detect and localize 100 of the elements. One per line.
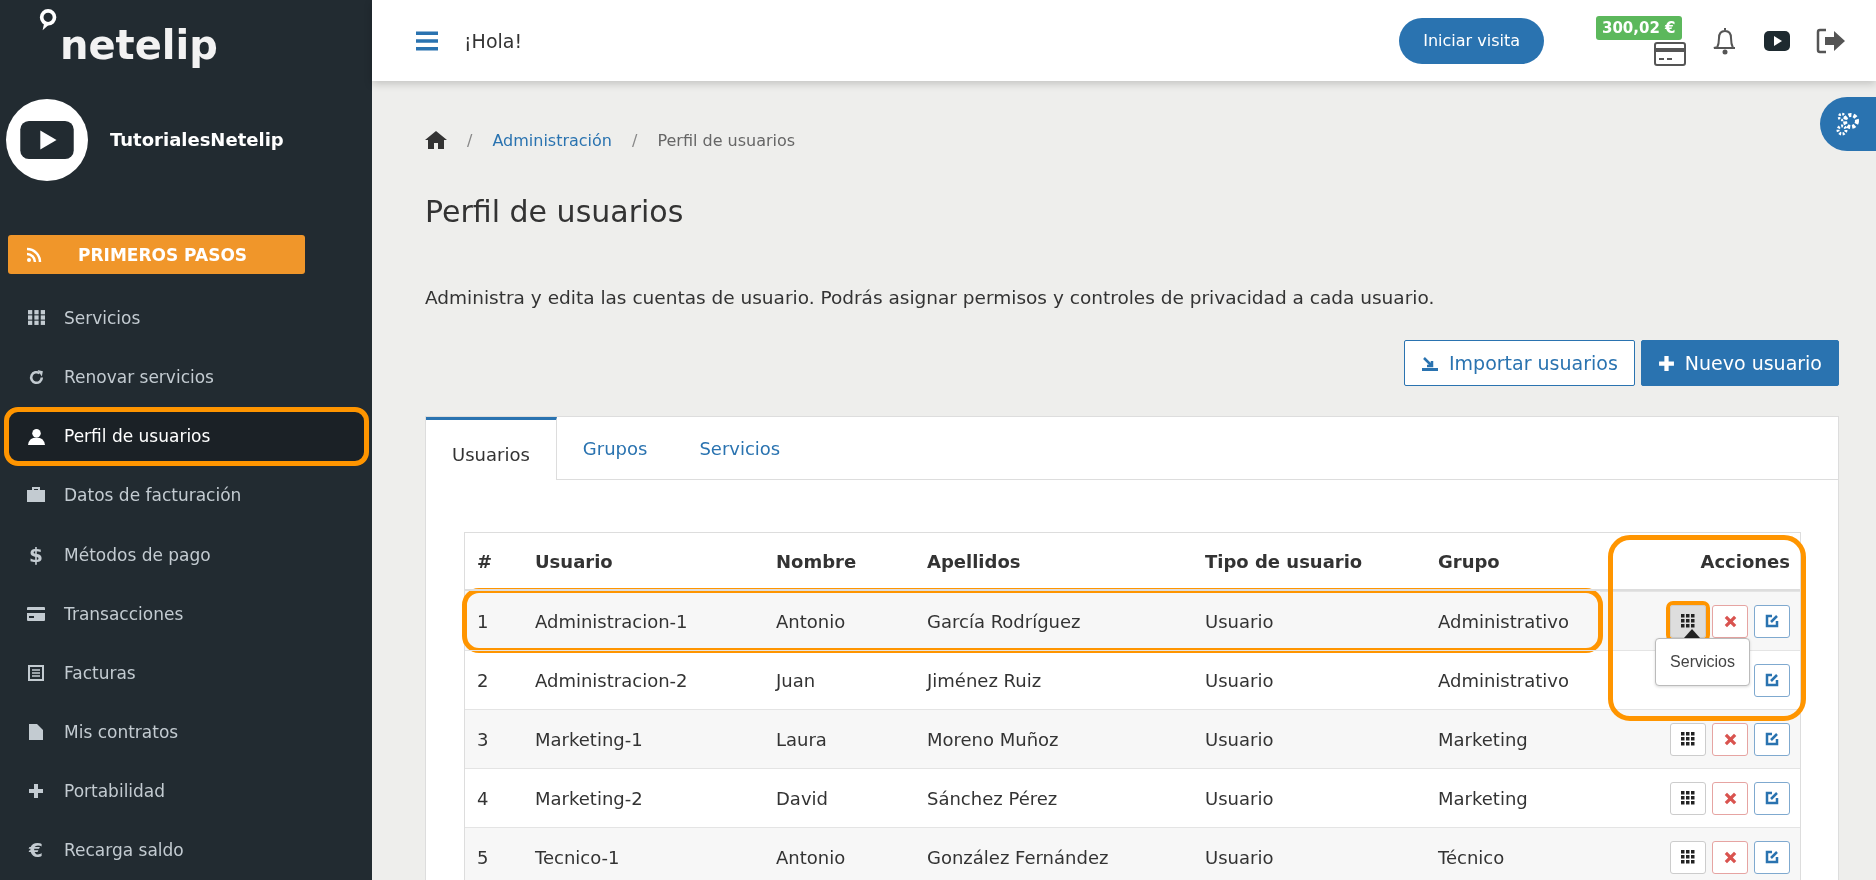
rss-icon	[26, 246, 42, 263]
grid-icon	[1681, 791, 1695, 805]
card-icon	[27, 606, 45, 621]
close-icon	[1723, 850, 1737, 864]
table-cell-text: Antonio	[775, 610, 847, 632]
breadcrumb-separator: /	[632, 130, 638, 150]
import-users-button[interactable]: Importar usuarios	[1404, 340, 1635, 386]
table-cell-text: García Rodríguez	[926, 610, 1082, 632]
close-icon	[1723, 614, 1737, 628]
table-cell-text: Técnico	[1437, 846, 1506, 868]
table-cell-text: Usuario	[1204, 787, 1275, 809]
tab[interactable]: Grupos	[556, 417, 674, 479]
table-cell-text: Administracion-1	[534, 610, 689, 632]
card-icon[interactable]	[1654, 41, 1686, 66]
breadcrumb-separator: /	[467, 130, 473, 150]
table-cell-text: 3	[476, 728, 490, 750]
sidebar-item[interactable]: Servicios	[8, 288, 364, 348]
edit-button[interactable]	[1754, 604, 1790, 638]
table-cell-text: David	[775, 787, 829, 809]
sidebar-item[interactable]: Mis contratos	[8, 702, 364, 762]
breadcrumb-link[interactable]: Administración	[492, 130, 612, 150]
table-cell-text: Tecnico-1	[534, 846, 621, 868]
import-icon	[1421, 354, 1439, 372]
services-button[interactable]	[1670, 781, 1706, 815]
delete-button[interactable]	[1712, 604, 1748, 638]
table-cell-text: 2	[476, 669, 490, 691]
table-cell-text: Marketing-2	[534, 787, 644, 809]
channel-name: TutorialesNetelip	[110, 129, 284, 151]
close-icon	[1723, 791, 1737, 805]
tooltip: Servicios	[1655, 638, 1750, 686]
column-header: Grupo	[1437, 550, 1501, 572]
sidebar-item[interactable]: € Recarga saldo	[8, 820, 364, 880]
sidebar-item[interactable]: Datos de facturación	[8, 465, 364, 525]
sidebar-item[interactable]: Facturas	[8, 643, 364, 703]
settings-button[interactable]	[1820, 97, 1876, 151]
table-cell-text: Usuario	[1204, 846, 1275, 868]
bell-icon[interactable]	[1712, 25, 1738, 56]
table-cell-text: Marketing	[1437, 787, 1529, 809]
home-icon[interactable]	[425, 131, 447, 149]
briefcase-icon	[27, 487, 45, 504]
invoice-icon	[28, 664, 44, 681]
start-visit-button[interactable]: Iniciar visita	[1399, 17, 1544, 64]
video-icon[interactable]	[1764, 30, 1790, 51]
table-cell-text: 4	[476, 787, 490, 809]
services-button[interactable]	[1670, 722, 1706, 756]
edit-button[interactable]	[1754, 840, 1790, 874]
currency-icon: $	[29, 542, 43, 567]
column-header: Usuario	[534, 550, 614, 572]
new-user-button[interactable]: Nuevo usuario	[1640, 340, 1839, 386]
logout-icon[interactable]	[1816, 27, 1846, 54]
table-cell-text: 1	[476, 610, 490, 632]
settings-icon	[1835, 111, 1861, 137]
tab[interactable]: Servicios	[673, 417, 807, 479]
delete-button[interactable]	[1712, 840, 1748, 874]
delete-button[interactable]	[1712, 781, 1748, 815]
refresh-icon	[27, 368, 45, 386]
tab[interactable]: Usuarios	[426, 417, 557, 480]
balance-badge: 300,02 €	[1596, 15, 1682, 40]
services-button[interactable]	[1670, 840, 1706, 874]
currency-icon: €	[29, 838, 43, 863]
table-cell-text: González Fernández	[926, 846, 1110, 868]
table-cell-text: Usuario	[1204, 610, 1275, 632]
edit-icon	[1764, 613, 1780, 629]
plus-icon	[28, 783, 44, 800]
grid-icon	[1681, 732, 1695, 746]
sidebar-item[interactable]: $ Métodos de pago	[8, 525, 364, 585]
sidebar-item[interactable]: Renovar servicios	[8, 347, 364, 407]
grid-icon	[1681, 850, 1695, 864]
table-cell-text: Juan	[774, 669, 817, 691]
play-icon	[18, 118, 76, 161]
edit-button[interactable]	[1754, 663, 1790, 697]
edit-icon	[1764, 672, 1780, 688]
table-cell-text: Laura	[775, 728, 828, 750]
grid-icon	[1681, 614, 1695, 628]
file-icon	[29, 724, 43, 741]
delete-button[interactable]	[1712, 722, 1748, 756]
table-cell-text: Administrativo	[1437, 669, 1570, 691]
table-cell-text: Usuario	[1204, 669, 1275, 691]
sidebar-item[interactable]: Transacciones	[8, 584, 364, 644]
table-cell-text: Administrativo	[1437, 610, 1570, 632]
column-header: #	[476, 550, 494, 572]
table-cell-text: Administracion-2	[534, 669, 689, 691]
breadcrumb-current: Perfil de usuarios	[657, 130, 796, 150]
page-title: Perfil de usuarios	[425, 194, 685, 229]
table-cell-text: Usuario	[1204, 728, 1275, 750]
logo-text: netelip	[60, 22, 218, 68]
table-cell-text: Moreno Muñoz	[926, 728, 1060, 750]
column-header: Acciones	[1699, 550, 1791, 572]
edit-icon	[1764, 731, 1780, 747]
column-header: Tipo de usuario	[1204, 550, 1364, 572]
close-icon	[1723, 732, 1737, 746]
column-header: Nombre	[775, 550, 858, 572]
menu-icon[interactable]	[416, 30, 438, 51]
table-cell-text: 5	[476, 846, 490, 868]
page-description: Administra y edita las cuentas de usuario. Podrás asignar permisos y controles de privacidad a cada usuario.	[425, 287, 1436, 308]
edit-button[interactable]	[1754, 781, 1790, 815]
sidebar-item[interactable]: Portabilidad	[8, 761, 364, 821]
greeting: ¡Hola!	[464, 29, 523, 52]
edit-button[interactable]	[1754, 722, 1790, 756]
edit-icon	[1764, 849, 1780, 865]
